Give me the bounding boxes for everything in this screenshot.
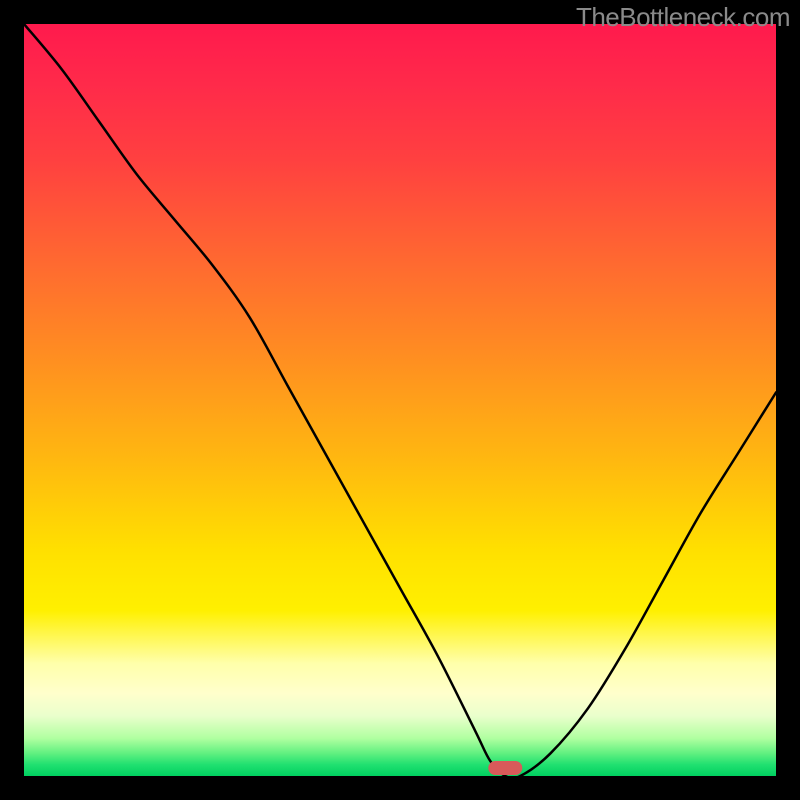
chart-svg [24, 24, 776, 776]
optimal-marker [488, 761, 522, 775]
watermark-text: TheBottleneck.com [576, 2, 790, 33]
plot-area [24, 24, 776, 776]
chart-frame: TheBottleneck.com [0, 0, 800, 800]
bottleneck-curve [24, 24, 776, 776]
